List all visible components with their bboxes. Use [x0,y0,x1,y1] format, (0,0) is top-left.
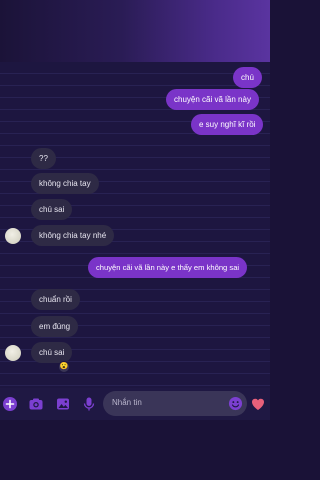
bottom-area [0,420,270,480]
contact-avatar[interactable] [5,228,21,244]
message-input-placeholder: Nhắn tin [112,398,142,407]
camera-icon[interactable] [28,396,44,412]
message-bubble-in[interactable]: chú sai [31,342,73,363]
message-bubble-out[interactable]: chú [233,67,262,88]
message-bubble-out[interactable]: chuyện cãi vã lần này e thấy em không sa… [88,257,248,278]
message-bubble-in[interactable]: chuẩn rồi [31,289,80,310]
top-blur-area [0,0,270,62]
heart-icon[interactable] [250,396,266,412]
message-bubble-out[interactable]: e suy nghĩ kĩ rồi [191,114,264,135]
image-icon[interactable] [55,396,71,412]
message-bubble-in[interactable]: em đúng [31,316,79,337]
mic-icon[interactable] [81,396,97,412]
message-bubble-in[interactable]: chú sai [31,199,73,220]
message-bubble-in[interactable]: không chia tay nhé [31,225,115,246]
message-bubble-in[interactable]: không chia tay [31,173,99,194]
plus-icon[interactable] [2,396,18,412]
message-input[interactable]: Nhắn tin [103,391,247,416]
reaction-badge[interactable]: 😮 [58,361,70,373]
emoji-icon[interactable] [228,396,243,411]
message-bubble-out[interactable]: chuyện cãi vã lần này [166,89,259,110]
contact-avatar[interactable] [5,345,21,361]
message-bubble-in[interactable]: ?? [31,148,56,169]
